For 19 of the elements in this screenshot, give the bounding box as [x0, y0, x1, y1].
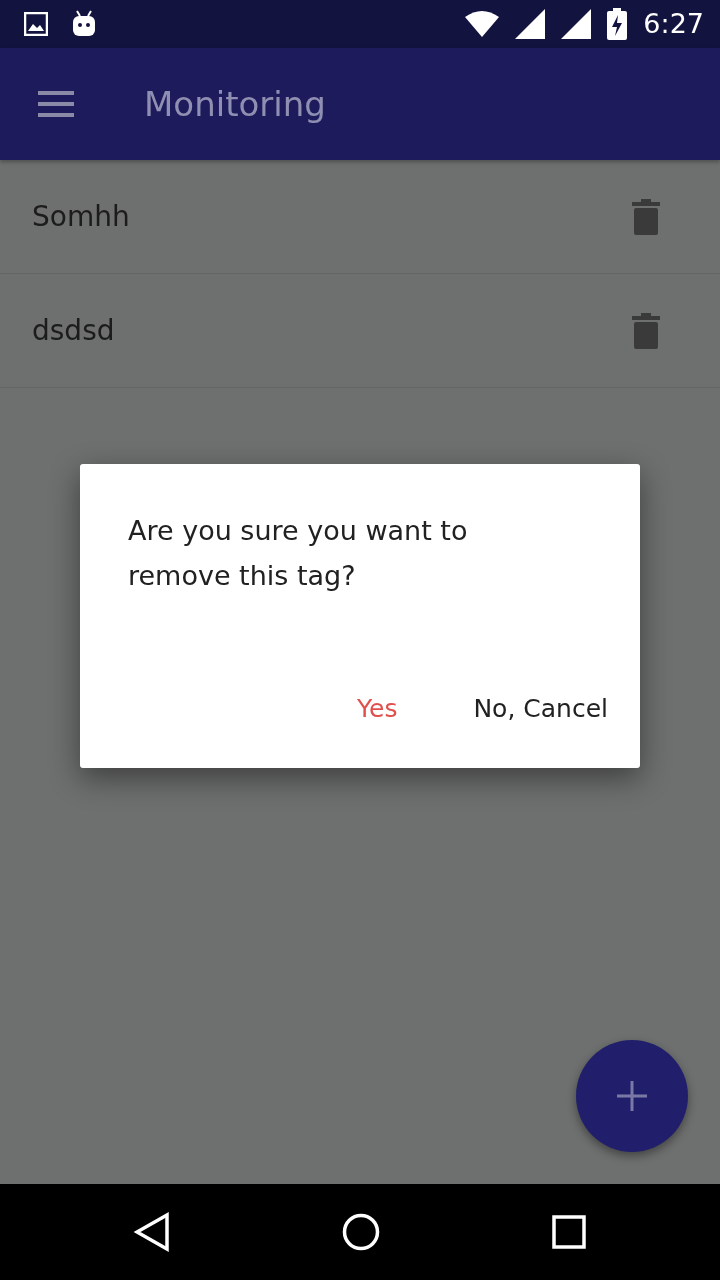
dialog-button[interactable]: No, Cancel: [473, 682, 608, 736]
signal-icon: [515, 9, 546, 39]
tag-name: Somhh: [32, 198, 130, 235]
dialog-message: Are you sure you want to remove this tag?: [128, 514, 469, 593]
home-icon[interactable]: [342, 1213, 380, 1251]
robot-icon: [72, 10, 96, 38]
app-title: Monitoring: [144, 82, 326, 126]
tag-name: dsdsd: [32, 312, 115, 349]
signal-icon: [561, 9, 592, 39]
recents-icon[interactable]: [552, 1215, 586, 1249]
menu-icon[interactable]: [38, 91, 74, 117]
clock-time: 6:27: [643, 6, 704, 41]
battery-charging-icon: [607, 8, 628, 40]
wifi-icon: [465, 11, 500, 37]
add-button[interactable]: [576, 1040, 688, 1152]
gallery-icon: [24, 12, 48, 36]
back-icon[interactable]: [134, 1212, 170, 1252]
dialog-button[interactable]: Yes: [357, 682, 398, 736]
plus-icon: [617, 1081, 647, 1111]
